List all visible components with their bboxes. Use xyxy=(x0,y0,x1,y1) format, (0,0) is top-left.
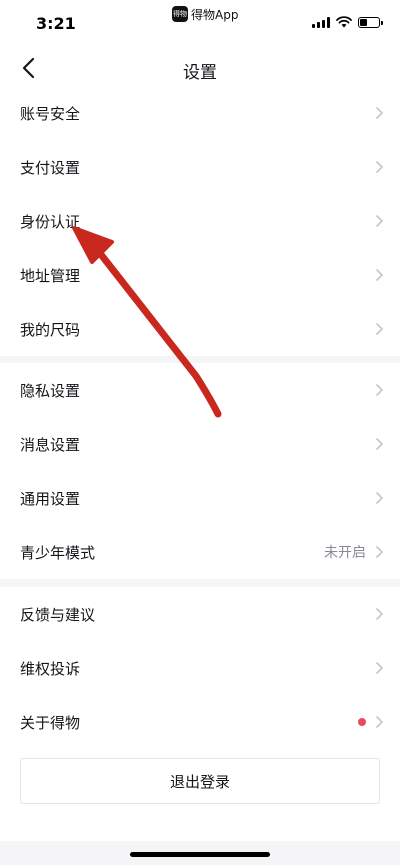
settings-item-label: 我的尺码 xyxy=(20,320,81,339)
chevron-right-icon xyxy=(376,716,383,728)
chevron-right-icon xyxy=(376,662,383,674)
settings-item-identity[interactable]: 身份认证 xyxy=(0,194,400,248)
settings-item-label: 消息设置 xyxy=(20,435,81,454)
settings-item-address[interactable]: 地址管理 xyxy=(0,248,400,302)
settings-item-label: 青少年模式 xyxy=(20,543,96,562)
settings-item-label: 通用设置 xyxy=(20,489,81,508)
status-time: 3:21 xyxy=(36,14,76,33)
battery-icon xyxy=(358,16,383,28)
settings-item-about[interactable]: 关于得物 xyxy=(0,695,400,749)
logout-button[interactable]: 退出登录 xyxy=(20,758,380,804)
red-dot-badge xyxy=(358,718,366,726)
chevron-right-icon xyxy=(376,438,383,450)
app-badge-name: 得物App xyxy=(191,7,239,22)
settings-item-label: 地址管理 xyxy=(20,266,81,285)
app-badge: 得物 得物App xyxy=(172,6,238,22)
wifi-icon xyxy=(336,16,352,28)
chevron-right-icon xyxy=(376,215,383,227)
settings-item-messages[interactable]: 消息设置 xyxy=(0,417,400,471)
settings-item-privacy[interactable]: 隐私设置 xyxy=(0,363,400,417)
chevron-right-icon xyxy=(376,384,383,396)
status-icons xyxy=(312,16,383,28)
settings-item-feedback[interactable]: 反馈与建议 xyxy=(0,587,400,641)
teen-mode-status: 未开启 xyxy=(324,545,366,561)
settings-item-label: 支付设置 xyxy=(20,158,81,177)
chevron-right-icon xyxy=(376,608,383,620)
chevron-right-icon xyxy=(376,546,383,558)
chevron-right-icon xyxy=(376,107,383,119)
chevron-right-icon xyxy=(376,161,383,173)
settings-item-teen-mode[interactable]: 青少年模式 未开启 xyxy=(0,525,400,579)
page-title: 设置 xyxy=(183,63,217,83)
chevron-right-icon xyxy=(376,269,383,281)
settings-item-label: 隐私设置 xyxy=(20,381,81,400)
home-indicator xyxy=(130,852,270,857)
settings-item-label: 反馈与建议 xyxy=(20,605,96,624)
settings-item-general[interactable]: 通用设置 xyxy=(0,471,400,525)
settings-group-general: 隐私设置 消息设置 通用设置 青少年模式 未开启 xyxy=(0,363,400,579)
settings-item-size[interactable]: 我的尺码 xyxy=(0,302,400,356)
settings-item-label: 账号安全 xyxy=(20,104,81,123)
settings-item-label: 维权投诉 xyxy=(20,659,81,678)
settings-group-account: 账号安全 支付设置 身份认证 地址管理 我的尺码 xyxy=(0,86,400,356)
nav-bar: 设置 xyxy=(0,44,400,92)
status-bar: 3:21 得物 得物App xyxy=(0,0,400,44)
chevron-right-icon xyxy=(376,323,383,335)
app-logo-icon: 得物 xyxy=(172,6,188,22)
settings-item-label: 身份认证 xyxy=(20,212,81,231)
cellular-signal-icon xyxy=(312,16,330,28)
settings-item-payment[interactable]: 支付设置 xyxy=(0,140,400,194)
settings-item-account-security[interactable]: 账号安全 xyxy=(0,86,400,140)
settings-item-label: 关于得物 xyxy=(20,713,81,732)
settings-item-complaints[interactable]: 维权投诉 xyxy=(0,641,400,695)
chevron-right-icon xyxy=(376,492,383,504)
